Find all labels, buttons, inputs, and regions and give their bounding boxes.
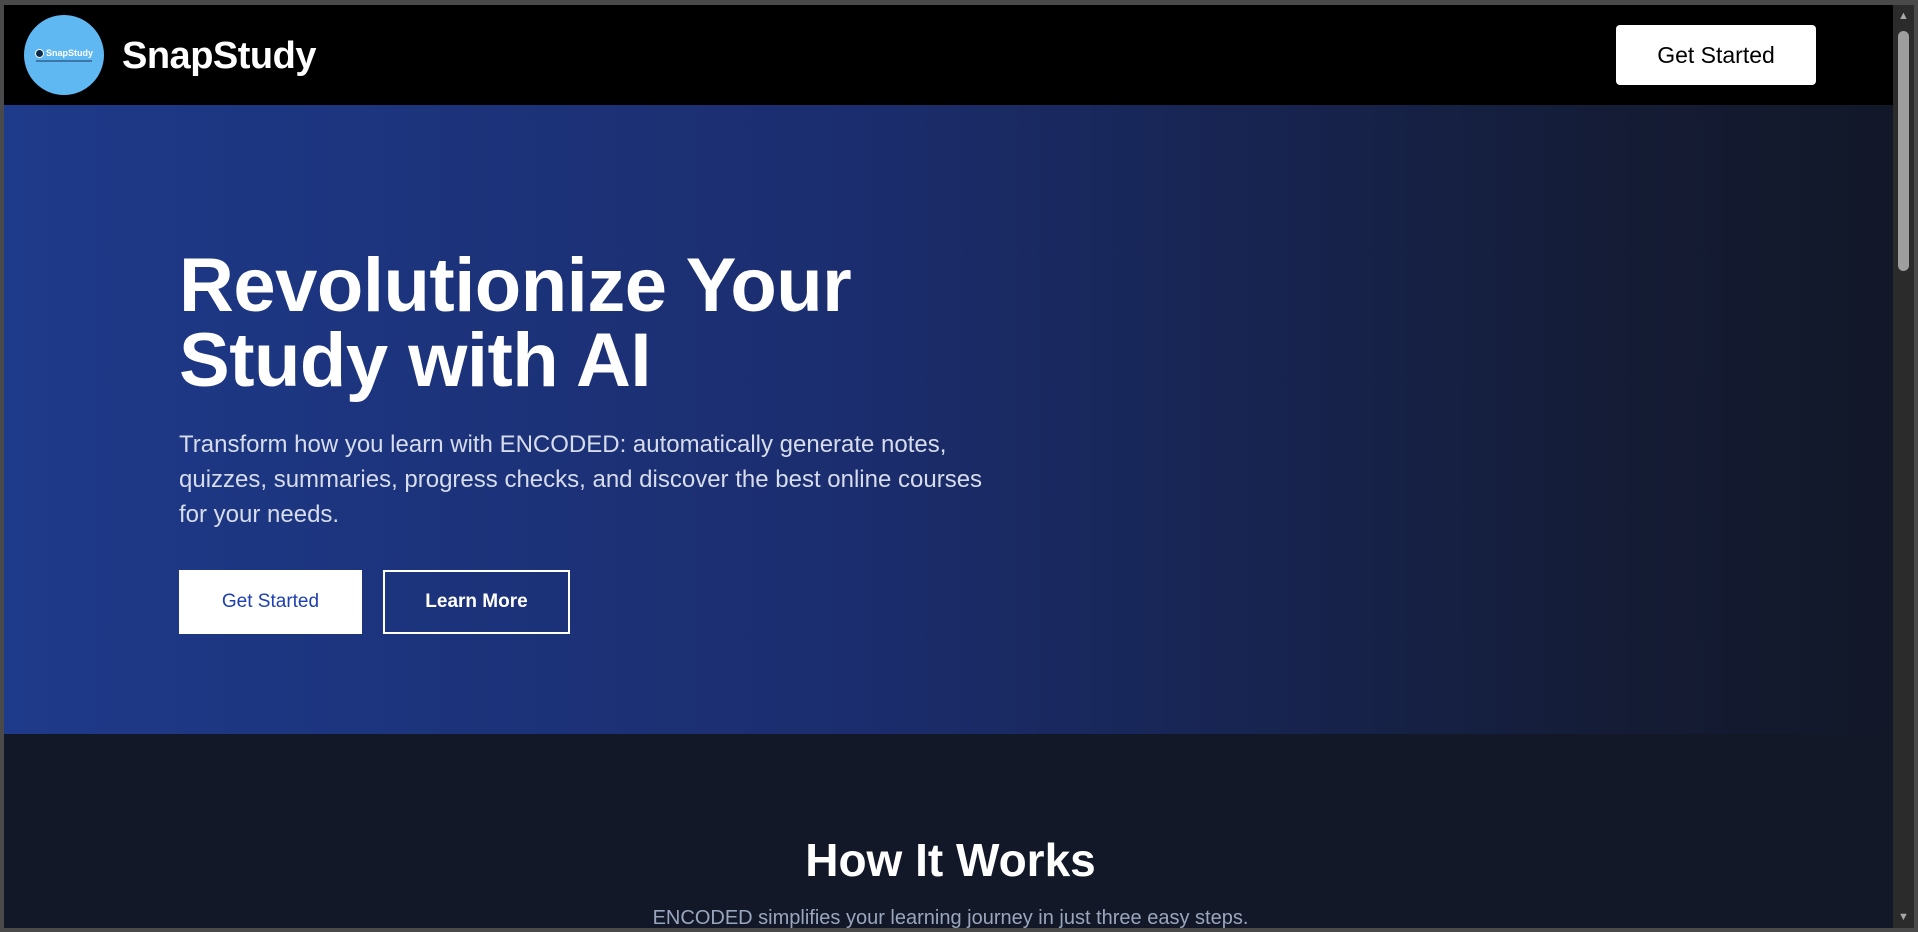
hero-section: Revolutionize Your Study with AI Transfo… [4, 105, 1897, 734]
hero-subtitle: Transform how you learn with ENCODED: au… [179, 431, 983, 528]
hero-get-started-button[interactable]: Get Started [179, 570, 362, 634]
hero-title: Revolutionize Your Study with AI [179, 243, 852, 403]
header-get-started-button[interactable]: Get Started [1616, 25, 1816, 85]
logo-mark: SnapStudy [34, 48, 93, 58]
logo-dot-icon [34, 48, 44, 58]
scroll-down-arrow-icon[interactable]: ▼ [1893, 908, 1914, 926]
browser-viewport: SnapStudy SnapStudy Get Started Revoluti… [4, 5, 1897, 928]
vertical-scrollbar[interactable]: ▲ ▼ [1893, 5, 1914, 928]
how-it-works-title: How It Works [805, 834, 1096, 886]
how-it-works-subtitle: ENCODED simplifies your learning journey… [652, 907, 1249, 928]
hero-learn-more-button[interactable]: Learn More [383, 570, 570, 634]
logo-text: SnapStudy [45, 48, 93, 58]
site-header: SnapStudy SnapStudy Get Started [4, 5, 1897, 105]
scroll-up-arrow-icon[interactable]: ▲ [1893, 7, 1914, 25]
logo[interactable]: SnapStudy [24, 15, 104, 95]
scroll-thumb[interactable] [1898, 31, 1909, 271]
logo-tagline-line [36, 60, 92, 62]
brand-name[interactable]: SnapStudy [122, 37, 316, 75]
